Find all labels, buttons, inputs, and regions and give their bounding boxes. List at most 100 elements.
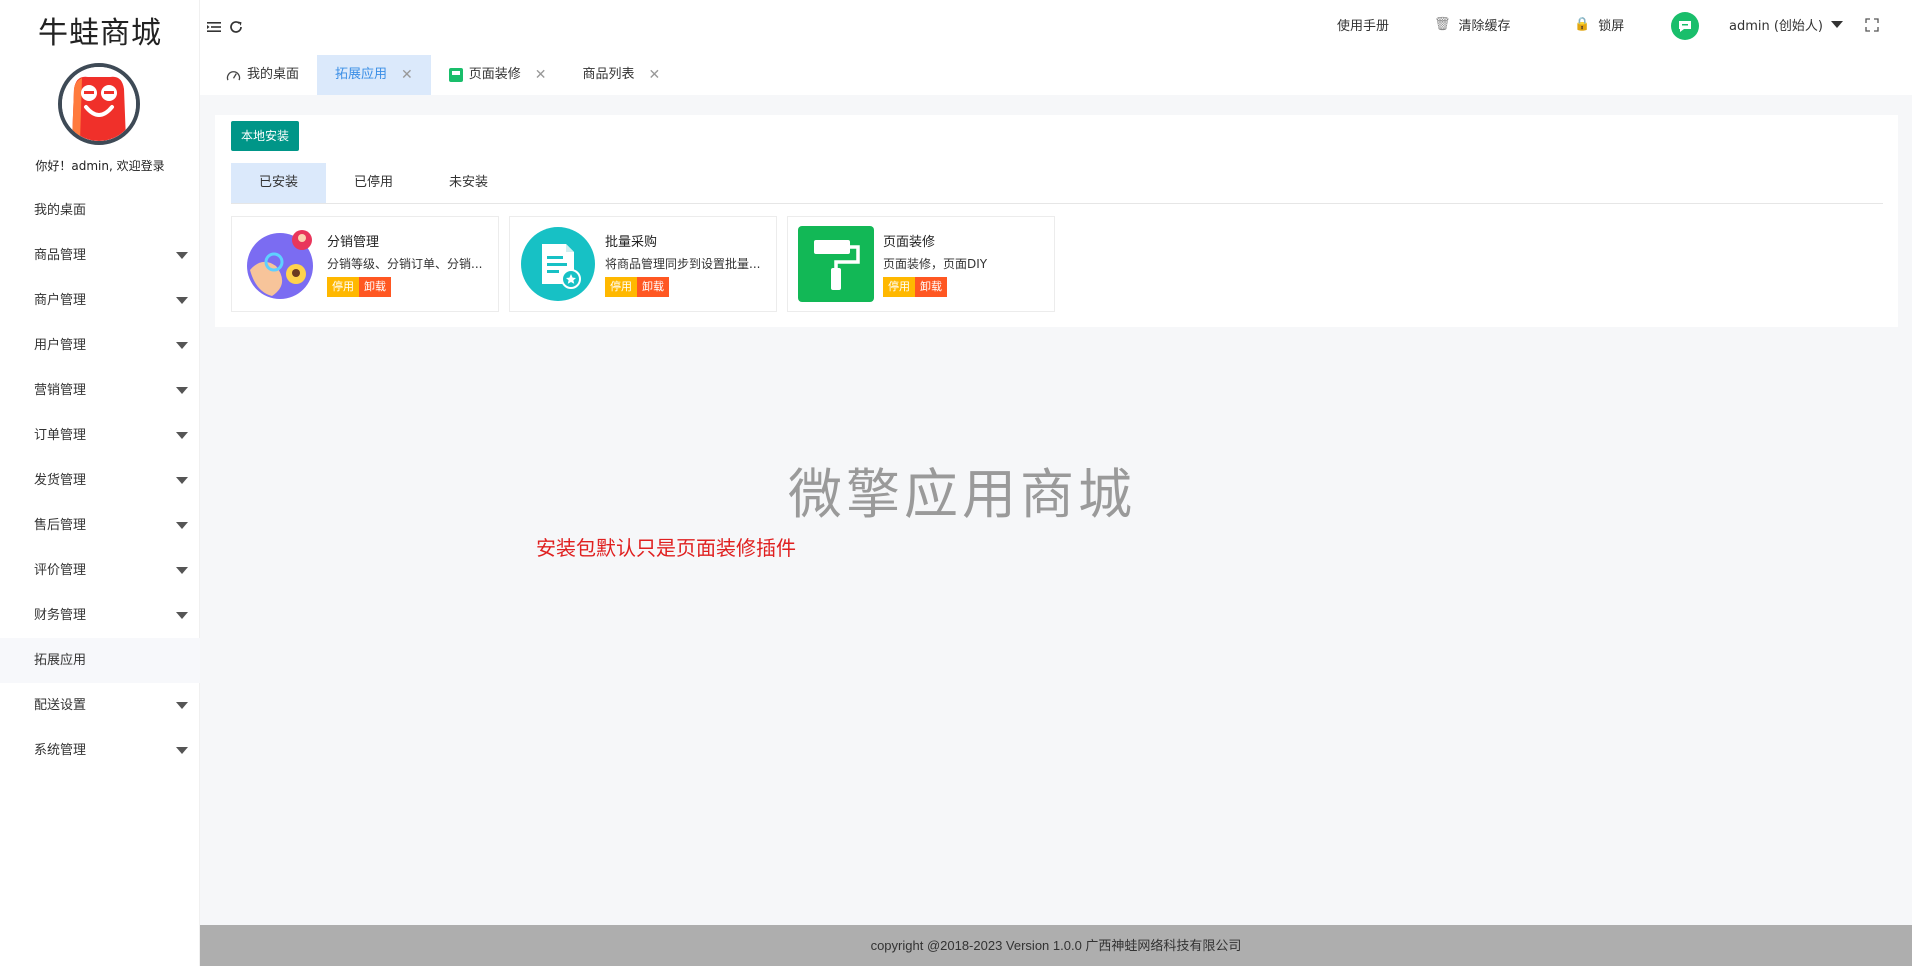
fullscreen-icon[interactable] — [1864, 17, 1880, 33]
tab-label: 页面装修 — [468, 67, 521, 82]
lock-screen-button[interactable]: 🔒 锁屏 — [1574, 15, 1624, 34]
plugin-card-bulk-purchase[interactable]: 批量采购 将商品管理同步到设置批量... 停用 卸载 — [509, 216, 777, 312]
sidebar-item-label: 订单管理 — [34, 428, 87, 443]
frog-logo-icon — [62, 67, 136, 141]
sidebar-item-merchant[interactable]: 商户管理 — [0, 278, 200, 323]
sidebar-item-label: 评价管理 — [34, 563, 87, 578]
caret-down-icon — [176, 612, 188, 619]
tab-extensions[interactable]: 拓展应用 ✕ — [317, 55, 431, 95]
footer-copyright: copyright @2018-2023 Version 1.0.0 广西神蛙网… — [200, 925, 1912, 966]
caret-down-icon — [176, 432, 188, 439]
uninstall-button[interactable]: 卸载 — [637, 277, 669, 297]
tab-desktop[interactable]: 我的桌面 — [208, 55, 317, 95]
sidebar-item-aftersale[interactable]: 售后管理 — [0, 503, 200, 548]
lock-icon: 🔒 — [1574, 17, 1591, 32]
install-status-tabs: 已安装 已停用 未安装 — [231, 163, 1883, 204]
distribution-icon — [247, 230, 313, 299]
sidebar-item-label: 营销管理 — [34, 383, 87, 398]
uninstall-button[interactable]: 卸载 — [915, 277, 947, 297]
menu-fold-icon[interactable] — [206, 19, 222, 35]
caret-down-icon — [176, 702, 188, 709]
sidebar-item-label: 我的桌面 — [34, 203, 87, 218]
tab-decorate[interactable]: 页面装修 ✕ — [431, 55, 565, 95]
tab-goods-list[interactable]: 商品列表 ✕ — [565, 55, 679, 95]
tab-label: 拓展应用 — [335, 67, 388, 82]
plugin-name: 批量采购 — [605, 235, 658, 250]
local-install-button[interactable]: 本地安装 — [231, 121, 300, 151]
caret-down-icon — [176, 567, 188, 574]
sidebar: 牛蛙商城 你好！admin, 欢迎登录 我的桌面 商品管理 商户管理 用户管理 … — [0, 0, 200, 966]
plugin-name: 页面装修 — [883, 235, 936, 250]
sidebar-item-finance[interactable]: 财务管理 — [0, 593, 200, 638]
sidebar-item-goods[interactable]: 商品管理 — [0, 233, 200, 278]
main-content: 本地安装 已安装 已停用 未安装 分销管理 分销等级、分销订单、分销... 停用… — [200, 95, 1912, 925]
plugin-desc: 页面装修，页面DIY — [883, 257, 988, 271]
sidebar-item-label: 用户管理 — [34, 338, 87, 353]
sidebar-item-reviews[interactable]: 评价管理 — [0, 548, 200, 593]
sidebar-item-users[interactable]: 用户管理 — [0, 323, 200, 368]
sidebar-item-label: 商户管理 — [34, 293, 87, 308]
plugin-actions: 停用 卸载 — [327, 277, 391, 297]
disable-button[interactable]: 停用 — [605, 277, 637, 297]
sidebar-item-shipping[interactable]: 发货管理 — [0, 458, 200, 503]
sidebar-item-label: 系统管理 — [34, 743, 87, 758]
sidebar-item-marketing[interactable]: 营销管理 — [0, 368, 200, 413]
dashboard-icon — [226, 70, 241, 80]
tab-not-installed[interactable]: 未安装 — [421, 163, 516, 203]
tab-installed[interactable]: 已安装 — [231, 163, 326, 203]
purchase-icon — [521, 227, 595, 301]
paint-roller-icon — [798, 226, 874, 302]
clear-cache-button[interactable]: 🗑 清除缓存 — [1434, 15, 1511, 34]
message-icon[interactable] — [1671, 12, 1699, 40]
close-icon[interactable]: ✕ — [401, 55, 413, 95]
install-note: 安装包默认只是页面装修插件 — [536, 536, 796, 560]
plugin-desc: 将商品管理同步到设置批量... — [605, 257, 761, 271]
uninstall-button[interactable]: 卸载 — [359, 277, 391, 297]
plugin-desc: 分销等级、分销订单、分销... — [327, 257, 483, 271]
caret-down-icon — [176, 522, 188, 529]
sidebar-item-label: 商品管理 — [34, 248, 87, 263]
sidebar-menu: 我的桌面 商品管理 商户管理 用户管理 营销管理 订单管理 发货管理 售后管理 … — [0, 188, 200, 773]
caret-down-icon — [176, 747, 188, 754]
extensions-card: 本地安装 已安装 已停用 未安装 分销管理 分销等级、分销订单、分销... 停用… — [215, 115, 1898, 327]
disable-button[interactable]: 停用 — [883, 277, 915, 297]
trash-icon: 🗑 — [1434, 17, 1451, 32]
sidebar-item-label: 发货管理 — [34, 473, 87, 488]
caret-down-icon — [176, 252, 188, 259]
logo-title: 牛蛙商城 — [38, 16, 162, 51]
avatar[interactable] — [58, 63, 140, 145]
plugin-name: 分销管理 — [327, 235, 380, 250]
plugin-card-distribution[interactable]: 分销管理 分销等级、分销订单、分销... 停用 卸载 — [231, 216, 499, 312]
greeting-text: 你好！admin, 欢迎登录 — [35, 159, 165, 173]
manual-link[interactable]: 使用手册 — [1337, 15, 1389, 34]
caret-down-icon — [176, 342, 188, 349]
clear-cache-label: 清除缓存 — [1458, 19, 1511, 34]
decorate-icon — [448, 68, 463, 82]
top-header: 使用手册 🗑 清除缓存 🔒 锁屏 admin (创始人) — [200, 0, 1912, 55]
sidebar-item-delivery[interactable]: 配送设置 — [0, 683, 200, 728]
user-name: admin (创始人) — [1729, 19, 1824, 34]
tab-disabled[interactable]: 已停用 — [326, 163, 421, 203]
page-tabs: 我的桌面 拓展应用 ✕ 页面装修 ✕ 商品列表 ✕ — [200, 55, 1912, 95]
refresh-icon[interactable] — [228, 19, 244, 35]
sidebar-item-label: 拓展应用 — [34, 653, 87, 668]
watermark-text: 微擎应用商城 — [788, 463, 1136, 526]
sidebar-item-system[interactable]: 系统管理 — [0, 728, 200, 773]
tab-label: 商品列表 — [582, 67, 635, 82]
user-menu[interactable]: admin (创始人) — [1729, 15, 1844, 34]
sidebar-item-desktop[interactable]: 我的桌面 — [0, 188, 200, 233]
disable-button[interactable]: 停用 — [327, 277, 359, 297]
sidebar-item-orders[interactable]: 订单管理 — [0, 413, 200, 458]
caret-down-icon — [1831, 21, 1844, 28]
close-icon[interactable]: ✕ — [649, 55, 661, 95]
plugin-card-page-decorate[interactable]: 页面装修 页面装修，页面DIY 停用 卸载 — [787, 216, 1055, 312]
tab-label: 我的桌面 — [247, 67, 300, 82]
sidebar-item-label: 售后管理 — [34, 518, 87, 533]
sidebar-item-label: 配送设置 — [34, 698, 87, 713]
plugin-actions: 停用 卸载 — [605, 277, 669, 297]
caret-down-icon — [176, 387, 188, 394]
plugin-actions: 停用 卸载 — [883, 277, 947, 297]
caret-down-icon — [176, 297, 188, 304]
close-icon[interactable]: ✕ — [535, 55, 547, 95]
sidebar-item-extensions[interactable]: 拓展应用 — [0, 638, 200, 683]
